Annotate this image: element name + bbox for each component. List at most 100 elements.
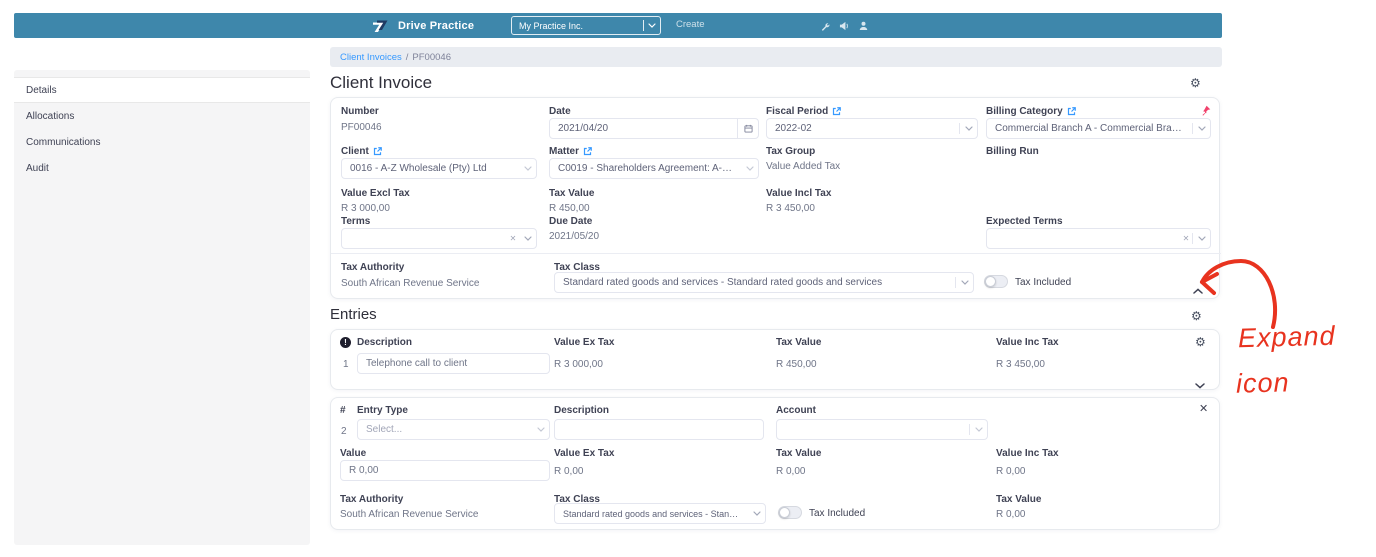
sidebar-item-audit[interactable]: Audit <box>14 155 310 181</box>
value-incl-tax-value: R 3 450,00 <box>766 203 815 214</box>
sidebar-item-label: Communications <box>26 136 101 148</box>
entry-description-input[interactable] <box>554 419 764 440</box>
entry-type-select[interactable]: Select... <box>357 419 550 440</box>
field-label: Tax Authority <box>340 494 404 505</box>
field-label: Expected Terms <box>986 216 1063 227</box>
page-settings-gear-icon[interactable]: ⚙ <box>1190 77 1201 89</box>
chevron-down-icon <box>519 236 536 241</box>
field-label: Value Excl Tax <box>341 188 410 199</box>
brand-name: Drive Practice <box>398 19 475 32</box>
breadcrumb-current: PF00046 <box>412 51 451 63</box>
entry-edit-card: # Entry Type Description Account ✕ 2 Sel… <box>330 397 1220 530</box>
field-label: Date <box>549 106 571 117</box>
matter-value: C0019 - Shareholders Agreement: A-Z Whol… <box>558 163 741 174</box>
sidebar-item-communications[interactable]: Communications <box>14 129 310 155</box>
tax-class-select[interactable]: Standard rated goods and services - Stan… <box>554 503 766 524</box>
calendar-icon[interactable] <box>738 124 758 133</box>
sidebar-item-label: Allocations <box>26 110 75 122</box>
column-header: Tax Value <box>776 337 822 348</box>
field-label: Value Ex Tax <box>554 448 615 459</box>
entry-description-input[interactable] <box>357 353 550 374</box>
fiscal-period-select[interactable]: 2022-02 <box>766 118 978 139</box>
edit-link-icon[interactable] <box>373 147 382 156</box>
sidebar-item-details[interactable]: Details <box>14 77 310 103</box>
breadcrumb-link-client-invoices[interactable]: Client Invoices <box>340 52 402 63</box>
edit-link-icon[interactable] <box>832 107 842 116</box>
chevron-down-icon <box>741 166 758 171</box>
chevron-down-icon <box>970 427 987 432</box>
value-input[interactable] <box>340 460 550 481</box>
tax-included-toggle[interactable] <box>778 506 802 519</box>
client-select[interactable]: 0016 - A-Z Wholesale (Pty) Ltd <box>341 158 537 179</box>
terms-select[interactable]: ✕ <box>341 228 537 249</box>
field-label: Tax Authority <box>341 262 405 273</box>
sidebar-item-allocations[interactable]: Allocations <box>14 103 310 129</box>
tax-value-value: R 450,00 <box>549 203 590 214</box>
clear-icon[interactable]: ✕ <box>507 234 519 243</box>
account-select[interactable] <box>776 419 988 440</box>
clear-icon[interactable]: ✕ <box>1180 234 1192 243</box>
tools-icon[interactable] <box>820 21 830 31</box>
close-icon[interactable]: ✕ <box>1199 404 1208 415</box>
field-label: Terms <box>341 216 371 227</box>
entry-summary-card: ! Description Value Ex Tax Tax Value Val… <box>330 329 1220 390</box>
info-exclamation-icon[interactable]: ! <box>340 337 351 348</box>
chevron-down-icon <box>532 427 549 432</box>
invoice-details-card: Number PF00046 Date 2021/04/20 Fiscal Pe… <box>330 97 1221 299</box>
tax-included-label: Tax Included <box>1015 277 1072 288</box>
field-label: Value Incl Tax <box>766 188 832 199</box>
user-icon[interactable] <box>859 21 868 31</box>
entry-row-number: 1 <box>343 359 349 370</box>
date-input[interactable]: 2021/04/20 <box>549 118 759 139</box>
practice-select[interactable]: My Practice Inc. <box>511 16 661 35</box>
field-label: Due Date <box>549 216 593 227</box>
value-excl-tax-value: R 3 000,00 <box>341 203 390 214</box>
date-value: 2021/04/20 <box>558 123 609 134</box>
create-menu[interactable]: Create <box>676 19 705 30</box>
matter-select[interactable]: C0019 - Shareholders Agreement: A-Z Whol… <box>549 158 759 179</box>
breadcrumb: Client Invoices / PF00046 <box>330 47 1222 67</box>
field-label: Tax Value <box>549 188 595 199</box>
field-label: Value Inc Tax <box>996 448 1059 459</box>
chevron-down-icon <box>956 280 973 285</box>
chevron-down-icon <box>644 23 660 28</box>
left-sidebar: Details Allocations Communications Audit <box>14 70 310 545</box>
column-header: # <box>340 405 346 416</box>
edit-link-icon[interactable] <box>583 147 592 156</box>
expand-chevron-down-icon[interactable] <box>1195 376 1205 394</box>
column-header: Value Inc Tax <box>996 337 1059 348</box>
field-label: Billing Category <box>986 106 1063 117</box>
tax-group-value: Value Added Tax <box>766 161 841 172</box>
megaphone-icon[interactable] <box>839 21 850 31</box>
sidebar-item-label: Details <box>26 84 57 96</box>
field-label: Billing Run <box>986 146 1039 157</box>
number-value: PF00046 <box>341 122 382 133</box>
page-title: Client Invoice <box>330 73 433 92</box>
expected-terms-select[interactable]: ✕ <box>986 228 1211 249</box>
entry-tax-value: R 450,00 <box>776 359 817 370</box>
field-label: Number <box>341 106 379 117</box>
column-header: Description <box>554 405 610 416</box>
billing-category-value: Commercial Branch A - Commercial Branch … <box>995 123 1192 134</box>
chevron-down-icon <box>1193 126 1210 131</box>
field-label: Fiscal Period <box>766 106 829 117</box>
column-header: Value Ex Tax <box>554 337 615 348</box>
fiscal-period-value: 2022-02 <box>775 123 812 134</box>
navbar-icons <box>820 13 868 38</box>
column-header: Description <box>357 337 413 348</box>
breadcrumb-separator: / <box>405 51 409 63</box>
column-header: Entry Type <box>357 405 408 416</box>
due-date-value: 2021/05/20 <box>549 231 600 242</box>
billing-category-select[interactable]: Commercial Branch A - Commercial Branch … <box>986 118 1211 139</box>
annotation-text-line1: Expand <box>1237 320 1336 354</box>
field-label: Tax Value <box>776 448 822 459</box>
edit-link-icon[interactable] <box>1067 107 1076 116</box>
tax-class-select[interactable]: Standard rated goods and services - Stan… <box>554 272 974 293</box>
tax-included-toggle[interactable] <box>984 275 1008 288</box>
app-window: Drive Practice My Practice Inc. Create C… <box>0 0 1376 557</box>
tax-class-value: Standard rated goods and services - Stan… <box>563 508 748 519</box>
practice-select-value: My Practice Inc. <box>519 20 584 31</box>
entry-type-placeholder: Select... <box>366 424 403 435</box>
entry-value-inc-tax: R 3 450,00 <box>996 359 1045 370</box>
value-inc-tax-value: R 0,00 <box>996 466 1026 477</box>
